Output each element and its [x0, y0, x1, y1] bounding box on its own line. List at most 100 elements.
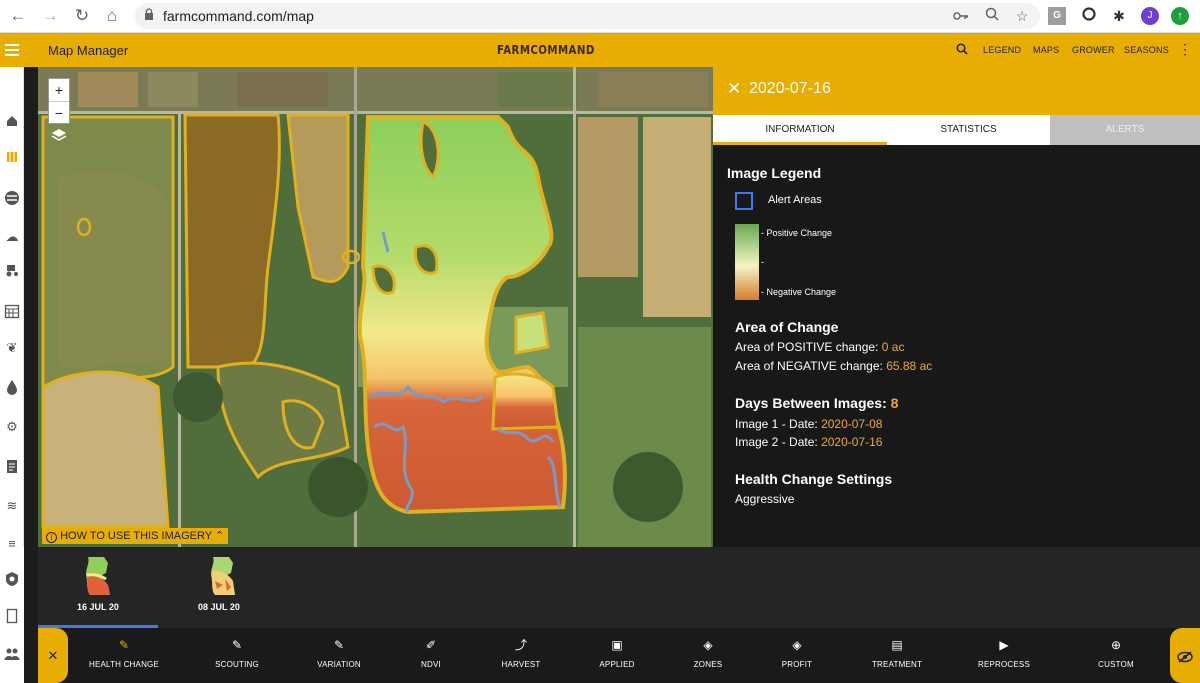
home-nav-icon[interactable] [3, 114, 21, 132]
left-sidebar-lower: ≡ [0, 536, 24, 683]
address-bar[interactable]: farmcommand.com/map [135, 3, 1040, 29]
tractor-nav-icon[interactable] [3, 263, 21, 281]
tool-ndvi[interactable]: ✐ NDVI [383, 636, 479, 669]
home-icon[interactable]: ⌂ [102, 6, 122, 26]
thumbnail-08-jul[interactable] [203, 555, 263, 605]
treatment-icon: ▤ [891, 638, 903, 652]
tool-reprocess[interactable]: ▶ REPROCESS [956, 636, 1052, 669]
panel-tabs: INFORMATION STATISTICS ALERTS [713, 115, 1200, 145]
weather-nav-icon[interactable]: ☁ [3, 228, 21, 246]
tool-health-change[interactable]: ✎ HEALTH CHANGE [76, 636, 172, 669]
back-icon[interactable]: ← [8, 6, 28, 26]
tool-variation[interactable]: ✎ VARIATION [291, 636, 387, 669]
tool-label-harvest: HARVEST [501, 660, 541, 669]
tool-label-ndvi: NDVI [421, 660, 441, 669]
health-change-icon: ✎ [118, 638, 130, 652]
imagery-timeline: 16 JUL 20 08 JUL 20 [38, 547, 1200, 628]
tool-harvest[interactable]: ⤴ HARVEST [473, 636, 569, 669]
tool-applied[interactable]: ▣ APPLIED [569, 636, 665, 669]
more-vert-icon[interactable]: ⋮ [1178, 42, 1192, 56]
close-icon[interactable]: ✕ [727, 79, 741, 99]
health-change-settings-title: Health Change Settings [735, 471, 893, 487]
chevron-up-icon: ⌃ [214, 530, 225, 542]
nav-grower[interactable]: GROWER [1072, 45, 1115, 55]
url-text: farmcommand.com/map [163, 8, 314, 24]
zones-icon: ◈ [703, 638, 713, 652]
tool-label-custom: CUSTOM [1098, 660, 1134, 669]
image2-date: 2020-07-16 [821, 435, 883, 449]
reload-icon[interactable]: ↻ [72, 6, 92, 26]
forward-icon[interactable]: → [40, 6, 60, 26]
satellite-map[interactable] [38, 67, 713, 547]
profit-icon: ◈ [792, 638, 802, 652]
page-title: Map Manager [48, 43, 129, 58]
negative-area-label: Area of NEGATIVE change: [735, 359, 883, 373]
howto-imagery-button[interactable]: i HOW TO USE THIS IMAGERY ⌃ [42, 528, 229, 544]
change-gradient-swatch [735, 224, 759, 300]
health-change-settings-value: Aggressive [735, 492, 795, 506]
howto-label: HOW TO USE THIS IMAGERY [60, 530, 212, 542]
water-drop-nav-icon[interactable] [3, 379, 21, 397]
tool-treatment[interactable]: ▤ TREATMENT [849, 636, 945, 669]
hamburger-menu-icon[interactable] [0, 33, 24, 67]
nav-legend[interactable]: LEGEND [983, 45, 1021, 55]
layers-icon[interactable] [50, 128, 68, 146]
crop-nav-icon[interactable]: ❦ [3, 339, 21, 357]
badge-nav-icon[interactable] [3, 571, 21, 589]
farmcommand-logo: FARMCOMMAND [497, 43, 595, 57]
toolbar-close-button[interactable]: ✕ [38, 628, 68, 683]
calendar-nav-icon[interactable] [3, 303, 21, 321]
info-icon: i [46, 532, 57, 543]
thumbnail-label-08-jul: 08 JUL 20 [198, 602, 240, 612]
extension-g-icon[interactable]: G [1048, 7, 1066, 25]
map-nav-icon[interactable] [3, 150, 21, 168]
panel-date: 2020-07-16 [749, 80, 831, 97]
puzzle-icon[interactable]: ✱ [1110, 7, 1128, 25]
negative-change-label: - Negative Change [761, 287, 837, 297]
visibility-off-icon[interactable] [1170, 628, 1200, 683]
users-nav-icon[interactable] [3, 647, 21, 665]
nav-maps[interactable]: MAPS [1033, 45, 1059, 55]
image2-label: Image 2 - Date: [735, 435, 818, 449]
star-icon[interactable]: ☆ [1013, 7, 1031, 25]
thumbnail-16-jul[interactable] [78, 555, 138, 605]
tool-label-health-change: HEALTH CHANGE [88, 660, 160, 669]
image2-row: Image 2 - Date: 2020-07-16 [735, 435, 882, 449]
app-header: Map Manager FARMCOMMAND LEGEND MAPS GROW… [0, 33, 1200, 67]
wind-nav-icon[interactable]: ≡ [3, 535, 21, 553]
tool-scouting[interactable]: ✎ SCOUTING [189, 636, 285, 669]
tool-profit[interactable]: ◈ PROFIT [749, 636, 845, 669]
tool-zones[interactable]: ◈ ZONES [660, 636, 756, 669]
nav-seasons[interactable]: SEASONS [1124, 45, 1169, 55]
key-icon[interactable] [952, 7, 970, 25]
negative-area-value: 65.88 ac [886, 359, 933, 373]
update-icon[interactable]: ↑ [1171, 7, 1189, 25]
search-icon[interactable] [956, 42, 968, 60]
tab-information[interactable]: INFORMATION [713, 115, 887, 145]
equipment-nav-icon[interactable]: ⚙ [3, 418, 21, 436]
zoom-out-button[interactable]: − [49, 101, 69, 123]
tab-statistics[interactable]: STATISTICS [887, 115, 1050, 145]
positive-area-value: 0 ac [881, 340, 905, 354]
scouting-icon: ✎ [231, 638, 243, 652]
image1-row: Image 1 - Date: 2020-07-08 [735, 417, 882, 431]
positive-change-label: - Positive Change [761, 228, 833, 238]
tool-label-applied: APPLIED [599, 660, 635, 669]
days-between-images: Days Between Images: 8 [735, 395, 898, 411]
bookmark-nav-icon[interactable] [3, 608, 21, 626]
reprocess-icon: ▶ [999, 638, 1009, 652]
info-panel: ✕ 2020-07-16 INFORMATION STATISTICS ALER… [713, 67, 1200, 547]
tool-label-reprocess: REPROCESS [977, 660, 1031, 669]
clipboard-nav-icon[interactable] [3, 458, 21, 476]
field-rows-nav-icon[interactable]: ≋ [3, 497, 21, 515]
ndvi-icon: ✐ [425, 638, 437, 652]
extension-circle-icon[interactable] [1080, 7, 1098, 25]
harvest-icon: ⤴ [514, 638, 527, 652]
layers-nav-icon[interactable] [3, 190, 21, 208]
zoom-in-button[interactable]: + [49, 79, 69, 101]
tool-custom[interactable]: ⊕ CUSTOM [1068, 636, 1164, 669]
tab-alerts[interactable]: ALERTS [1050, 115, 1200, 145]
zoom-icon[interactable] [983, 7, 1001, 25]
legend-title: Image Legend [727, 165, 822, 181]
profile-avatar[interactable]: J [1141, 7, 1159, 25]
